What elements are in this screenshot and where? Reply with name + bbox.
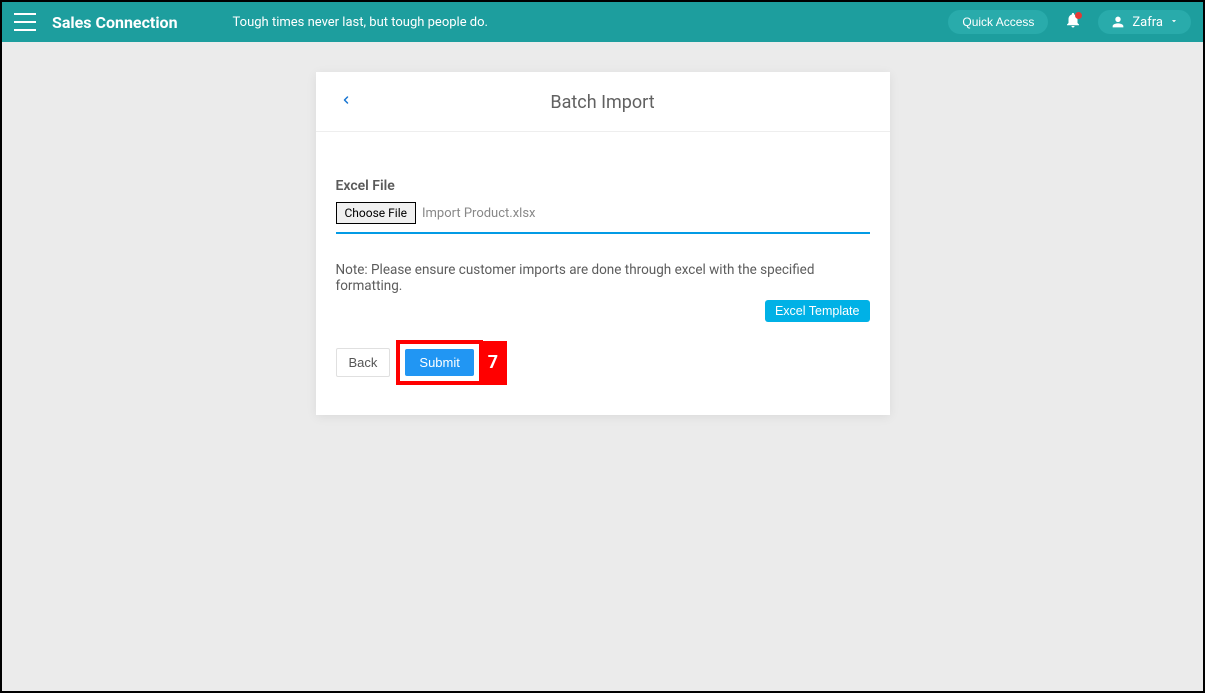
- import-note: Note: Please ensure customer imports are…: [336, 262, 870, 294]
- batch-import-card: Batch Import Excel File Choose File Impo…: [316, 72, 890, 415]
- action-row: Back Submit 7: [336, 340, 870, 385]
- card-body: Excel File Choose File Import Product.xl…: [316, 132, 890, 415]
- user-menu[interactable]: Zafra: [1098, 10, 1191, 34]
- submit-highlight: Submit 7: [396, 340, 482, 385]
- avatar-icon: [1110, 14, 1126, 30]
- chevron-down-icon: [1169, 15, 1179, 30]
- excel-template-button[interactable]: Excel Template: [765, 300, 870, 322]
- user-name: Zafra: [1132, 15, 1163, 30]
- selected-filename: Import Product.xlsx: [422, 206, 536, 221]
- notifications-button[interactable]: [1062, 11, 1084, 33]
- submit-button[interactable]: Submit: [405, 349, 473, 376]
- back-button[interactable]: Back: [336, 348, 391, 377]
- card-title: Batch Import: [340, 92, 866, 113]
- choose-file-button[interactable]: Choose File: [336, 202, 416, 224]
- top-header: Sales Connection Tough times never last,…: [2, 2, 1203, 42]
- tagline: Tough times never last, but tough people…: [233, 15, 488, 30]
- file-input-row: Choose File Import Product.xlsx: [336, 202, 870, 234]
- step-number-annotation: 7: [479, 341, 507, 385]
- quick-access-button[interactable]: Quick Access: [948, 10, 1048, 34]
- back-arrow-button[interactable]: [340, 91, 352, 113]
- card-header: Batch Import: [316, 72, 890, 132]
- menu-icon[interactable]: [14, 13, 36, 31]
- app-title: Sales Connection: [52, 13, 178, 32]
- content-canvas: Batch Import Excel File Choose File Impo…: [2, 42, 1203, 691]
- app-frame: Sales Connection Tough times never last,…: [0, 0, 1205, 693]
- excel-file-label: Excel File: [336, 178, 870, 194]
